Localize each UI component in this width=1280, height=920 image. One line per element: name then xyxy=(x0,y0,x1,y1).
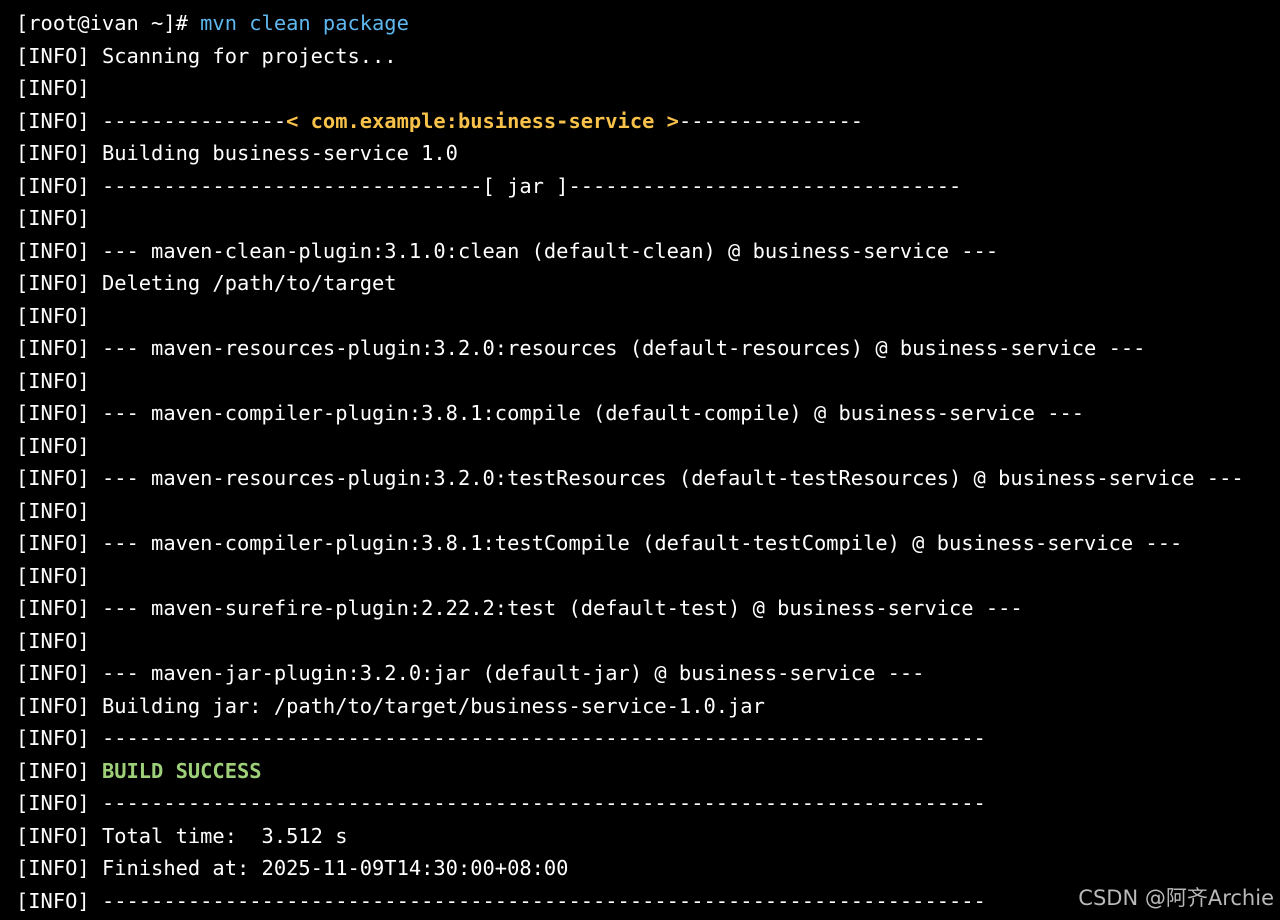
artifact-right-dashes: --------------- xyxy=(678,108,864,133)
command-text: mvn clean package xyxy=(200,11,409,35)
log-level: [INFO] xyxy=(16,336,90,360)
log-line: [INFO] Building business-service 1.0 xyxy=(16,137,1280,170)
log-message: --- maven-jar-plugin:3.2.0:jar (default-… xyxy=(89,661,925,685)
log-line: [INFO] ---------------------------------… xyxy=(16,787,1280,820)
log-line: [INFO] Scanning for projects... xyxy=(16,40,1280,73)
log-level: [INFO] xyxy=(16,303,90,328)
log-message: ----------------------------------------… xyxy=(89,791,986,815)
log-line: [INFO] Total time: 3.512 s xyxy=(16,820,1280,853)
log-line: [INFO] xyxy=(16,430,1280,463)
log-line: [INFO] ---------------------------------… xyxy=(16,722,1280,755)
log-line: [INFO] -------------------------------[ … xyxy=(16,170,1280,203)
log-line: [INFO] --- maven-resources-plugin:3.2.0:… xyxy=(16,462,1280,495)
log-message: ----------------------------------------… xyxy=(89,726,986,750)
log-line: [INFO] xyxy=(16,560,1280,593)
log-line: [INFO] --- maven-compiler-plugin:3.8.1:t… xyxy=(16,527,1280,560)
log-level: [INFO] xyxy=(16,271,90,295)
log-message: --- maven-clean-plugin:3.1.0:clean (defa… xyxy=(89,238,999,263)
log-level: [INFO] xyxy=(16,498,90,523)
log-level: [INFO] xyxy=(16,563,90,588)
log-level: [INFO] xyxy=(16,531,90,555)
log-line: [INFO] xyxy=(16,72,1280,105)
log-message: Building jar: /path/to/target/business-s… xyxy=(89,693,765,718)
build-status-line: [INFO] BUILD SUCCESS xyxy=(16,755,1280,788)
log-line: [INFO] xyxy=(16,365,1280,398)
log-level: [INFO] xyxy=(16,661,90,685)
log-level: [INFO] xyxy=(16,758,90,783)
log-line: [INFO] xyxy=(16,202,1280,235)
log-level: [INFO] xyxy=(16,401,90,425)
log-line: [INFO] xyxy=(16,625,1280,658)
log-line: [INFO] --- maven-resources-plugin:3.2.0:… xyxy=(16,332,1280,365)
log-line: [INFO] Building jar: /path/to/target/bus… xyxy=(16,690,1280,723)
log-level: [INFO] xyxy=(16,141,90,165)
log-level: [INFO] xyxy=(16,433,90,458)
log-message: --- maven-compiler-plugin:3.8.1:compile … xyxy=(89,401,1085,425)
command-line: [root@ivan ~]# mvn clean package xyxy=(16,7,1280,40)
watermark-text: CSDN @阿齐Archie xyxy=(1078,886,1274,910)
log-level: [INFO] xyxy=(16,368,90,393)
log-level: [INFO] xyxy=(16,856,90,880)
log-line: [INFO] --- maven-surefire-plugin:2.22.2:… xyxy=(16,592,1280,625)
log-level: [INFO] xyxy=(16,238,90,263)
log-level: [INFO] xyxy=(16,791,90,815)
artifact-left-dashes: --------------- xyxy=(89,108,287,133)
log-level: [INFO] xyxy=(16,726,90,750)
log-level: [INFO] xyxy=(16,466,90,490)
build-success-text: BUILD SUCCESS xyxy=(89,758,262,783)
log-level: [INFO] xyxy=(16,206,90,230)
log-line: [INFO] --- maven-jar-plugin:3.2.0:jar (d… xyxy=(16,657,1280,690)
log-level: [INFO] xyxy=(16,823,90,848)
log-message: Building business-service 1.0 xyxy=(89,141,458,165)
log-message: Deleting /path/to/target xyxy=(89,271,397,295)
log-line: [INFO] xyxy=(16,495,1280,528)
log-level: [INFO] xyxy=(16,76,90,100)
log-message: ----------------------------------------… xyxy=(89,888,986,913)
log-message: -------------------------------[ jar ]--… xyxy=(89,173,962,198)
log-line: [INFO] --- maven-compiler-plugin:3.8.1:c… xyxy=(16,397,1280,430)
log-message: --- maven-surefire-plugin:2.22.2:test (d… xyxy=(89,596,1023,620)
log-level: [INFO] xyxy=(16,173,90,198)
log-level: [INFO] xyxy=(16,628,90,653)
log-message: Finished at: 2025-11-09T14:30:00+08:00 xyxy=(89,856,569,880)
log-line: [INFO] Finished at: 2025-11-09T14:30:00+… xyxy=(16,852,1280,885)
log-message: Scanning for projects... xyxy=(89,43,397,68)
log-message: --- maven-resources-plugin:3.2.0:testRes… xyxy=(89,466,1244,490)
terminal-output[interactable]: [root@ivan ~]# mvn clean package [INFO] … xyxy=(0,0,1280,920)
log-message: --- maven-resources-plugin:3.2.0:resourc… xyxy=(89,336,1146,360)
log-level: [INFO] xyxy=(16,888,90,913)
log-level: [INFO] xyxy=(16,108,90,133)
log-message: Total time: 3.512 s xyxy=(89,823,348,848)
log-level: [INFO] xyxy=(16,43,90,68)
log-line: [INFO] --- maven-clean-plugin:3.1.0:clea… xyxy=(16,235,1280,268)
log-line: [INFO] xyxy=(16,300,1280,333)
log-message: --- maven-compiler-plugin:3.8.1:testComp… xyxy=(89,531,1183,555)
artifact-coordinates: < com.example:business-service > xyxy=(286,108,679,133)
artifact-header-line: [INFO] ---------------< com.example:busi… xyxy=(16,105,1280,138)
log-level: [INFO] xyxy=(16,596,90,620)
log-line: [INFO] Deleting /path/to/target xyxy=(16,267,1280,300)
log-level: [INFO] xyxy=(16,693,90,718)
shell-prompt: [root@ivan ~]# xyxy=(16,11,201,35)
